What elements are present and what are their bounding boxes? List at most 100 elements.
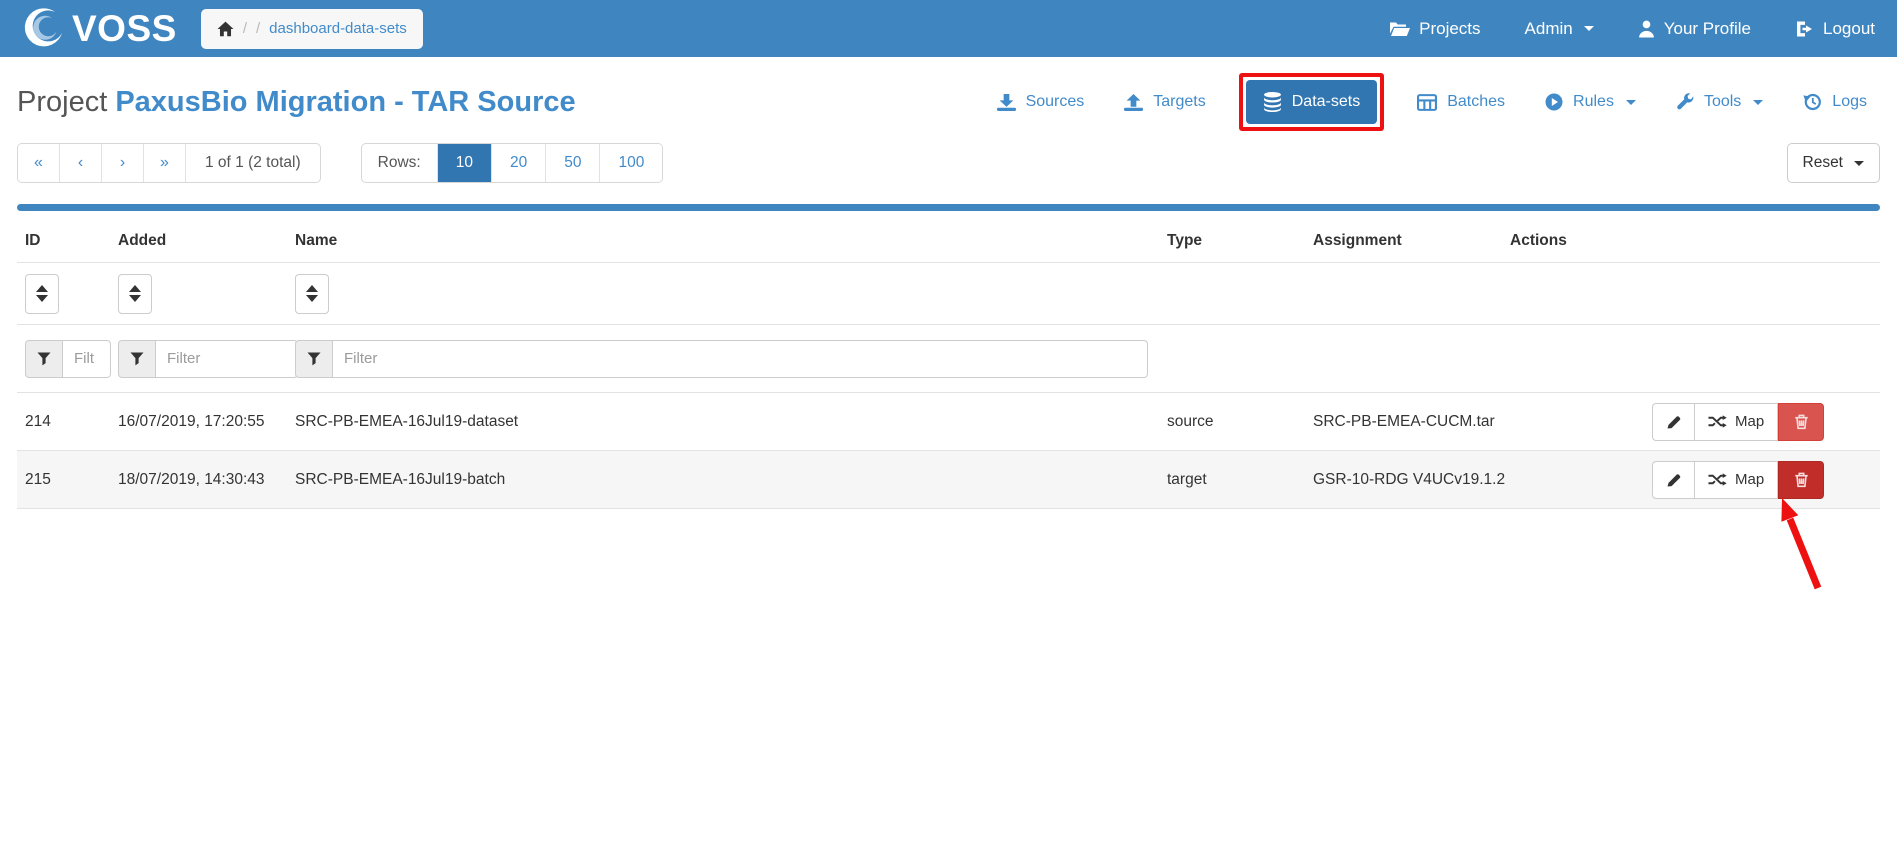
sort-name-button[interactable] xyxy=(295,274,329,314)
sort-down-icon xyxy=(36,295,48,302)
title-row: Project PaxusBio Migration - TAR Source … xyxy=(17,57,1880,135)
rows-per-page-group: Rows: 10 20 50 100 xyxy=(361,143,664,183)
table-header-row: ID Added Name Type Assignment Actions xyxy=(17,211,1880,263)
page-last-button[interactable]: » xyxy=(144,144,186,182)
cell-type: target xyxy=(1167,471,1313,489)
shuffle-icon xyxy=(1708,414,1727,429)
sort-id-button[interactable] xyxy=(25,274,59,314)
filter-name-group xyxy=(295,340,1148,378)
column-header-actions: Actions xyxy=(1510,232,1880,250)
cell-id: 215 xyxy=(17,471,118,489)
edit-button[interactable] xyxy=(1652,461,1694,499)
page-prev-button[interactable]: ‹ xyxy=(60,144,102,182)
sort-added-button[interactable] xyxy=(118,274,152,314)
filter-added-input[interactable] xyxy=(156,340,298,378)
cell-type: source xyxy=(1167,413,1313,431)
wrench-icon xyxy=(1676,93,1694,111)
breadcrumb-separator: / xyxy=(243,20,247,37)
folder-open-icon xyxy=(1389,20,1410,37)
cell-assignment: GSR-10-RDG V4UCv19.1.2 xyxy=(1313,471,1510,489)
map-button[interactable]: Map xyxy=(1694,403,1778,441)
cell-added: 18/07/2019, 14:30:43 xyxy=(118,471,295,489)
pencil-icon xyxy=(1666,414,1682,430)
brand-name: VOSS xyxy=(72,10,177,47)
datasets-table: ID Added Name Type Assignment Actions xyxy=(17,211,1880,509)
funnel-icon xyxy=(295,340,333,378)
cell-name: SRC-PB-EMEA-16Jul19-batch xyxy=(295,471,1167,489)
page-title: Project PaxusBio Migration - TAR Source xyxy=(17,86,576,119)
trash-icon xyxy=(1793,471,1810,488)
cell-actions: Map xyxy=(1510,461,1880,499)
map-button-label: Map xyxy=(1735,471,1764,488)
upload-icon xyxy=(1124,94,1143,111)
filter-name-input[interactable] xyxy=(333,340,1148,378)
nav-projects[interactable]: Projects xyxy=(1389,19,1480,39)
trash-icon xyxy=(1793,413,1810,430)
caret-down-icon xyxy=(1753,100,1763,105)
tab-data-sets-label: Data-sets xyxy=(1292,93,1360,111)
filter-id-input[interactable] xyxy=(63,340,111,378)
column-header-name: Name xyxy=(295,232,1167,250)
tab-batches[interactable]: Batches xyxy=(1404,83,1518,121)
play-circle-icon xyxy=(1545,93,1563,111)
column-header-id: ID xyxy=(17,232,118,250)
rows-option-100[interactable]: 100 xyxy=(600,144,662,182)
cell-name: SRC-PB-EMEA-16Jul19-dataset xyxy=(295,413,1167,431)
tab-logs[interactable]: Logs xyxy=(1790,83,1880,121)
column-header-assignment: Assignment xyxy=(1313,232,1510,250)
rows-option-10[interactable]: 10 xyxy=(438,144,492,182)
map-button[interactable]: Map xyxy=(1694,461,1778,499)
breadcrumb-current[interactable]: dashboard-data-sets xyxy=(269,20,407,37)
delete-button-highlighted[interactable] xyxy=(1778,461,1824,499)
edit-button[interactable] xyxy=(1652,403,1694,441)
top-navbar: VOSS / / dashboard-data-sets Projects Ad… xyxy=(0,0,1897,57)
tab-sources[interactable]: Sources xyxy=(984,83,1098,121)
voss-crescent-icon xyxy=(22,7,66,51)
page-next-button[interactable]: › xyxy=(102,144,144,182)
history-icon xyxy=(1803,93,1822,111)
table-row: 215 18/07/2019, 14:30:43 SRC-PB-EMEA-16J… xyxy=(17,451,1880,509)
tab-batches-label: Batches xyxy=(1447,93,1505,111)
home-icon[interactable] xyxy=(217,21,234,37)
tab-targets[interactable]: Targets xyxy=(1111,83,1218,121)
tab-tools[interactable]: Tools xyxy=(1663,83,1776,121)
nav-logout[interactable]: Logout xyxy=(1795,19,1875,39)
tab-rules[interactable]: Rules xyxy=(1532,83,1649,121)
rows-option-20[interactable]: 20 xyxy=(492,144,546,182)
nav-your-profile-label: Your Profile xyxy=(1664,19,1751,39)
sort-up-icon xyxy=(306,285,318,292)
toolbar: « ‹ › » 1 of 1 (2 total) Rows: 10 20 50 … xyxy=(17,143,1880,183)
tab-targets-label: Targets xyxy=(1153,93,1205,111)
reset-button[interactable]: Reset xyxy=(1787,143,1881,183)
nav-admin-label: Admin xyxy=(1525,19,1573,39)
section-divider xyxy=(17,204,1880,211)
user-icon xyxy=(1638,20,1655,38)
sort-row xyxy=(17,263,1880,325)
nav-admin[interactable]: Admin xyxy=(1525,19,1594,39)
delete-button[interactable] xyxy=(1778,403,1824,441)
nav-your-profile[interactable]: Your Profile xyxy=(1638,19,1751,39)
tab-data-sets[interactable]: Data-sets xyxy=(1246,80,1377,124)
sort-down-icon xyxy=(129,295,141,302)
filter-row xyxy=(17,325,1880,393)
funnel-icon xyxy=(25,340,63,378)
rows-label: Rows: xyxy=(362,144,438,182)
title-prefix: Project xyxy=(17,86,107,118)
project-name: PaxusBio Migration - TAR Source xyxy=(115,86,575,118)
caret-down-icon xyxy=(1584,26,1594,31)
caret-down-icon xyxy=(1854,161,1864,166)
cell-added: 16/07/2019, 17:20:55 xyxy=(118,413,295,431)
app-logo[interactable]: VOSS xyxy=(22,7,177,51)
filter-added-group xyxy=(118,340,298,378)
table-row: 214 16/07/2019, 17:20:55 SRC-PB-EMEA-16J… xyxy=(17,393,1880,451)
red-annotation-box: Data-sets xyxy=(1239,73,1384,131)
sort-up-icon xyxy=(36,285,48,292)
column-header-type: Type xyxy=(1167,232,1313,250)
filter-id-group xyxy=(25,340,111,378)
rows-option-50[interactable]: 50 xyxy=(546,144,600,182)
caret-down-icon xyxy=(1626,100,1636,105)
logout-icon xyxy=(1795,20,1814,38)
page-first-button[interactable]: « xyxy=(18,144,60,182)
table-icon xyxy=(1417,94,1437,111)
breadcrumb-separator: / xyxy=(256,20,260,37)
